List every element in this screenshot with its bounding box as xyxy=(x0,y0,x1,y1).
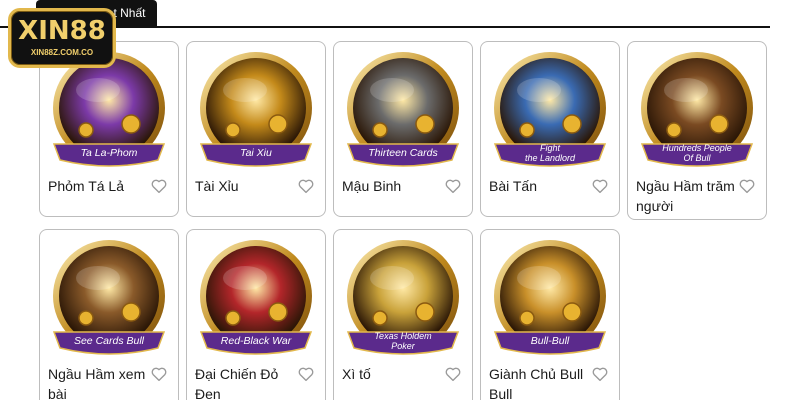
svg-text:Ta La-Phom: Ta La-Phom xyxy=(81,147,138,159)
bull-bull-game-icon[interactable]: Bull-Bull xyxy=(489,238,611,362)
texas-holdem-game-icon[interactable]: Texas Holdem Poker xyxy=(342,238,464,362)
game-card[interactable]: Bull-Bull Giành Chủ Bull Bull xyxy=(480,229,620,400)
game-name: Mậu Binh xyxy=(342,178,402,194)
favorite-heart-icon[interactable] xyxy=(297,177,315,195)
hundreds-bull-game-icon[interactable]: Hundreds People Of Bull xyxy=(636,50,758,174)
game-card[interactable]: Tai Xiu Tài Xỉu xyxy=(186,41,326,217)
favorite-heart-icon[interactable] xyxy=(591,177,609,195)
svg-text:Tai Xiu: Tai Xiu xyxy=(240,147,272,159)
favorite-heart-icon[interactable] xyxy=(591,365,609,383)
thirteen-cards-game-icon[interactable]: Thirteen Cards xyxy=(342,50,464,174)
favorite-heart-icon[interactable] xyxy=(297,365,315,383)
tai-xiu-game-icon[interactable]: Tai Xiu xyxy=(195,50,317,174)
game-name: Ngầu Hầm xem bài xyxy=(48,366,146,400)
see-cards-bull-game-icon[interactable]: See Cards Bull xyxy=(48,238,170,362)
svg-text:See Cards Bull: See Cards Bull xyxy=(74,335,145,347)
game-name: Phỏm Tá Lả xyxy=(48,178,125,194)
favorite-heart-icon[interactable] xyxy=(444,365,462,383)
svg-text:Hundreds People: Hundreds People xyxy=(662,143,732,153)
game-card[interactable]: Hundreds People Of Bull Ngầu Hầm trăm ngườ… xyxy=(627,41,767,220)
game-card[interactable]: Thirteen Cards Mậu Binh xyxy=(333,41,473,217)
favorite-heart-icon[interactable] xyxy=(150,177,168,195)
game-name: Tài Xỉu xyxy=(195,178,239,194)
svg-text:Red-Black War: Red-Black War xyxy=(221,335,292,347)
favorite-heart-icon[interactable] xyxy=(738,177,756,195)
favorite-heart-icon[interactable] xyxy=(444,177,462,195)
fight-landlord-game-icon[interactable]: Fight the Landlord xyxy=(489,50,611,174)
svg-text:Thirteen Cards: Thirteen Cards xyxy=(368,147,438,159)
game-name: Đại Chiến Đỏ Đen xyxy=(195,366,279,400)
svg-text:Bull-Bull: Bull-Bull xyxy=(531,335,570,347)
favorite-heart-icon[interactable] xyxy=(150,365,168,383)
game-name: Bài Tấn xyxy=(489,178,537,194)
game-card[interactable]: Texas Holdem Poker Xì tố xyxy=(333,229,473,400)
game-name: Giành Chủ Bull Bull xyxy=(489,366,584,400)
game-card[interactable]: See Cards Bull Ngầu Hầm xem bài xyxy=(39,229,179,400)
xin88-logo[interactable]: XIN88 XIN88Z.COM.CO xyxy=(8,8,116,68)
game-card[interactable]: Fight the Landlord Bài Tấn xyxy=(480,41,620,217)
svg-text:Poker: Poker xyxy=(391,341,416,351)
red-black-war-game-icon[interactable]: Red-Black War xyxy=(195,238,317,362)
svg-text:Texas Holdem: Texas Holdem xyxy=(374,331,432,341)
logo-domain: XIN88Z.COM.CO xyxy=(30,48,94,57)
phom-game-icon[interactable]: Ta La-Phom xyxy=(48,50,170,174)
game-name: Ngầu Hầm trăm người xyxy=(636,178,735,214)
logo-brand: XIN88 xyxy=(18,16,106,46)
svg-text:Fight: Fight xyxy=(540,143,561,153)
svg-text:Of Bull: Of Bull xyxy=(683,153,711,163)
game-name: Xì tố xyxy=(342,366,371,382)
svg-text:the Landlord: the Landlord xyxy=(525,153,576,163)
game-card[interactable]: Red-Black War Đại Chiến Đỏ Đen xyxy=(186,229,326,400)
